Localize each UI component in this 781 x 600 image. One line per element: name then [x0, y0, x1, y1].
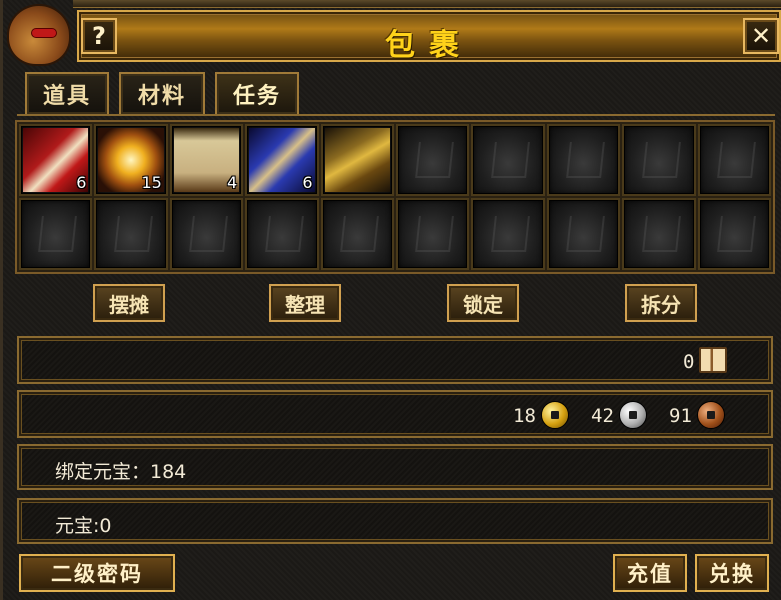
item-quantity: 6: [76, 173, 87, 192]
inventory-slot[interactable]: [471, 124, 545, 196]
inventory-slot[interactable]: [546, 124, 621, 196]
inventory-slot[interactable]: 15: [94, 124, 168, 196]
title-bar[interactable]: 包裹: [77, 10, 781, 63]
copper-amount: 91: [669, 405, 692, 427]
bag-tie-decoration: [31, 28, 57, 38]
inventory-slot[interactable]: [396, 124, 470, 196]
exchange-button[interactable]: 兑换: [695, 554, 769, 592]
book-count: 0: [683, 351, 695, 373]
top-border: [73, 0, 781, 8]
recharge-button[interactable]: 充值: [613, 554, 687, 592]
inventory-slot[interactable]: [546, 198, 621, 270]
inventory-slot[interactable]: [697, 124, 771, 196]
help-button[interactable]: ?: [81, 18, 117, 54]
yuanbao-bar: 元宝:0: [17, 498, 773, 544]
item-quantity: 6: [302, 173, 313, 192]
sort-button[interactable]: 整理: [269, 284, 341, 322]
secondary-password-button[interactable]: 二级密码: [19, 554, 175, 592]
bound-yuanbao-label: 绑定元宝：184: [55, 461, 187, 483]
inventory-slot[interactable]: [169, 198, 244, 270]
inventory-slot[interactable]: 6: [245, 124, 319, 196]
inventory-slot[interactable]: 4: [169, 124, 244, 196]
item-quantity: 4: [227, 173, 238, 192]
inventory-slot[interactable]: [94, 198, 168, 270]
lock-button[interactable]: 锁定: [447, 284, 519, 322]
window-title: 包裹: [385, 28, 473, 63]
gold-amount: 18: [513, 405, 536, 427]
inventory-slot[interactable]: [245, 198, 319, 270]
inventory-slot[interactable]: 6: [19, 124, 93, 196]
tab-divider: [17, 114, 775, 116]
inventory-grid: 6 15 4 6: [15, 120, 775, 274]
gold-coin-icon: [541, 401, 569, 429]
split-button[interactable]: 拆分: [625, 284, 697, 322]
book-currency-bar: 0: [17, 336, 773, 384]
silver-amount: 42: [591, 405, 614, 427]
bound-yuanbao-bar: 绑定元宝：184: [17, 444, 773, 490]
inventory-slot[interactable]: [622, 124, 696, 196]
tab-quests[interactable]: 任务: [215, 72, 299, 114]
inventory-slot[interactable]: [622, 198, 696, 270]
yuanbao-label: 元宝:0: [55, 515, 112, 537]
tab-materials[interactable]: 材料: [119, 72, 205, 114]
stall-button[interactable]: 摆摊: [93, 284, 165, 322]
inventory-slot[interactable]: [320, 124, 394, 196]
inventory-slot[interactable]: [396, 198, 470, 270]
inventory-slot[interactable]: [320, 198, 394, 270]
silver-coin-icon: [619, 401, 647, 429]
book-icon: [699, 347, 727, 373]
bag-icon: [7, 4, 71, 66]
inventory-slot[interactable]: [471, 198, 545, 270]
inventory-slot[interactable]: [697, 198, 771, 270]
book-axe-icon: [324, 128, 390, 192]
coin-bar: 18 42 91: [17, 390, 773, 438]
item-quantity: 15: [141, 173, 162, 192]
tab-items[interactable]: 道具: [25, 72, 109, 114]
bag-window: 包裹 ? ✕ 道具 材料 任务 6 15 4 6 摆摊 整理 锁定 拆分 0 18 4…: [0, 0, 781, 600]
copper-coin-icon: [697, 401, 725, 429]
close-button[interactable]: ✕: [743, 18, 779, 54]
inventory-slot[interactable]: [19, 198, 93, 270]
